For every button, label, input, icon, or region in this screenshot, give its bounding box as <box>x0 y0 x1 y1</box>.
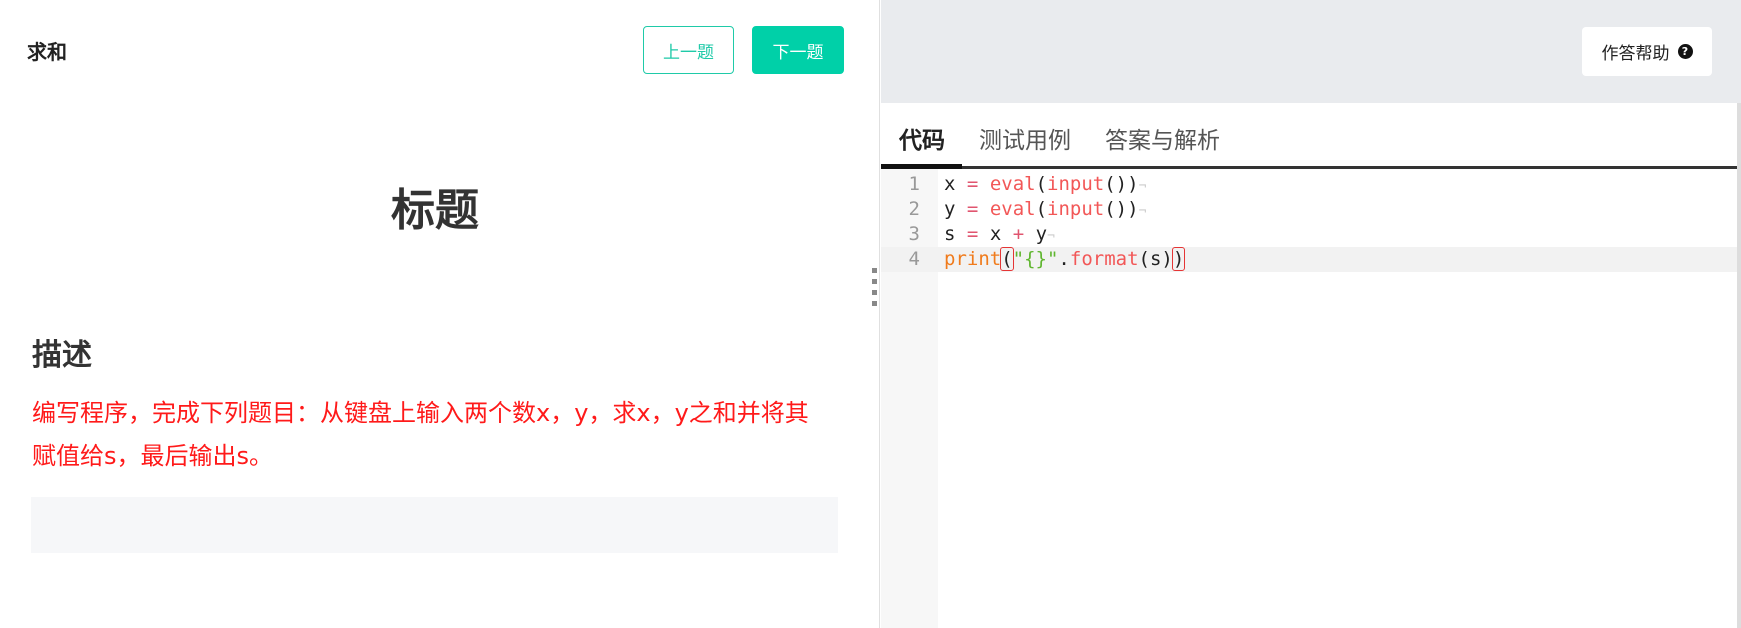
description-heading: 描述 <box>32 338 92 373</box>
code-text: x = eval(input())¬ <box>944 173 1147 195</box>
next-question-button[interactable]: 下一题 <box>752 26 844 74</box>
code-tabs: 代码 测试用例 答案与解析 <box>881 103 1737 169</box>
problem-name: 求和 <box>27 40 67 64</box>
code-text: print("{}".format(s)) <box>944 247 1186 271</box>
resize-dot <box>872 290 877 295</box>
code-line[interactable]: 1 x = eval(input())¬ <box>881 172 1737 197</box>
problem-description: 编写程序，完成下列题目：从键盘上输入两个数x，y，求x，y之和并将其赋值给s，最… <box>32 399 809 470</box>
code-line-active[interactable]: 4 print("{}".format(s)) <box>881 247 1737 272</box>
resize-dot <box>872 268 877 273</box>
code-text: s = x + y¬ <box>944 223 1055 245</box>
scrollbar[interactable] <box>1737 103 1741 628</box>
line-number: 2 <box>908 198 920 220</box>
resize-dot <box>872 279 877 284</box>
code-panel-header: 作答帮助 ? <box>881 0 1741 103</box>
code-text: y = eval(input())¬ <box>944 198 1147 220</box>
sample-box <box>31 497 838 553</box>
tab-code[interactable]: 代码 <box>899 121 945 155</box>
code-editor[interactable]: 1 x = eval(input())¬ 2 y = eval(input())… <box>881 169 1737 628</box>
previous-question-button[interactable]: 上一题 <box>643 26 734 74</box>
line-number: 4 <box>908 248 920 270</box>
tab-answer-analysis[interactable]: 答案与解析 <box>1105 121 1220 155</box>
code-line[interactable]: 3 s = x + y¬ <box>881 222 1737 247</box>
answer-help-label: 作答帮助 <box>1601 44 1670 64</box>
line-number: 3 <box>908 223 920 245</box>
question-circle-icon: ? <box>1677 44 1693 59</box>
tab-test-cases[interactable]: 测试用例 <box>979 121 1071 155</box>
problem-panel: 求和 上一题 下一题 标题 描述 编写程序，完成下列题目：从键盘上输入两个数x，… <box>0 0 880 628</box>
panel-resize-handle[interactable] <box>872 268 878 316</box>
answer-help-button[interactable]: 作答帮助 ? <box>1582 27 1712 76</box>
code-line[interactable]: 2 y = eval(input())¬ <box>881 197 1737 222</box>
line-number: 1 <box>908 173 920 195</box>
resize-dot <box>872 301 877 306</box>
problem-title: 标题 <box>391 185 479 236</box>
code-panel: 作答帮助 ? 代码 测试用例 答案与解析 1 x = eval(input())… <box>881 0 1741 628</box>
